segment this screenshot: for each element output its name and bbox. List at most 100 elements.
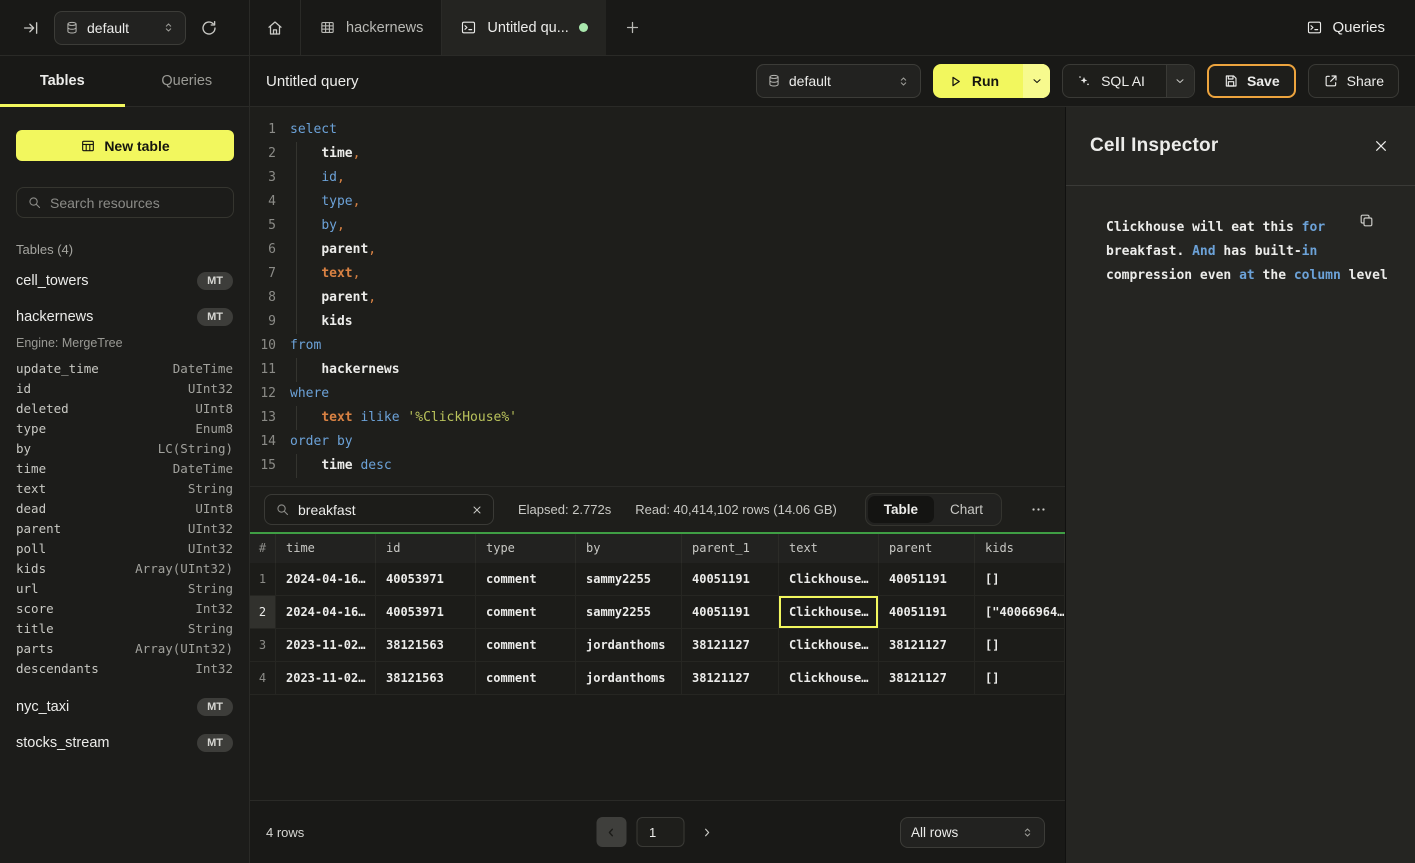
- run-button[interactable]: Run: [933, 64, 1050, 98]
- view-chart-button[interactable]: Chart: [934, 496, 999, 523]
- row-number[interactable]: 4: [250, 662, 276, 694]
- more-options-icon[interactable]: [1026, 501, 1051, 518]
- sidebar-search[interactable]: [16, 187, 234, 218]
- table-cell[interactable]: jordanthoms: [576, 662, 682, 694]
- table-cell[interactable]: []: [975, 662, 1065, 694]
- schema-field: typeEnum8: [16, 419, 233, 439]
- table-item-stocks_stream[interactable]: stocks_streamMT: [16, 725, 233, 761]
- table-cell[interactable]: comment: [476, 662, 576, 694]
- search-resources-input[interactable]: [50, 195, 223, 211]
- sidebar-tab-queries[interactable]: Queries: [125, 56, 250, 106]
- sql-ai-button[interactable]: SQL AI: [1062, 64, 1195, 98]
- page-number-input[interactable]: 1: [636, 817, 684, 847]
- tab-home[interactable]: [250, 0, 301, 55]
- table-cell[interactable]: 38121127: [879, 629, 975, 661]
- editor-line: 10from: [250, 334, 1065, 358]
- table-cell[interactable]: 40051191: [682, 563, 779, 595]
- new-tab-button[interactable]: [606, 0, 659, 55]
- table-cell[interactable]: 2023-11-02…: [276, 662, 376, 694]
- line-number: 6: [250, 238, 276, 262]
- table-item-nyc_taxi[interactable]: nyc_taxiMT: [16, 689, 233, 725]
- clear-search-icon[interactable]: [471, 504, 483, 516]
- table-cell[interactable]: sammy2255: [576, 563, 682, 595]
- table-cell[interactable]: sammy2255: [576, 596, 682, 628]
- field-type: Int32: [195, 599, 233, 619]
- table-cell[interactable]: ["40066964…: [975, 596, 1065, 628]
- table-cell[interactable]: 2023-11-02…: [276, 629, 376, 661]
- run-label: Run: [972, 73, 999, 89]
- table-cell[interactable]: 2024-04-16…: [276, 563, 376, 595]
- queries-button[interactable]: Queries: [1306, 0, 1415, 55]
- collapse-sidebar-icon[interactable]: [22, 19, 40, 37]
- new-table-button[interactable]: New table: [16, 130, 234, 161]
- table-cell[interactable]: comment: [476, 629, 576, 661]
- results-search-input[interactable]: [298, 502, 463, 518]
- table-cell[interactable]: Clickhouse…: [779, 662, 879, 694]
- results-search[interactable]: [264, 494, 494, 525]
- table-row: 22024-04-16…40053971commentsammy22554005…: [250, 596, 1065, 629]
- table-cell[interactable]: 40051191: [879, 563, 975, 595]
- table-cell[interactable]: 40051191: [682, 596, 779, 628]
- row-number[interactable]: 2: [250, 596, 276, 628]
- next-page-button[interactable]: [694, 826, 719, 839]
- sidebar-tabs: Tables Queries: [0, 56, 250, 107]
- table-cell[interactable]: 40053971: [376, 596, 476, 628]
- editor-line: 11 hackernews: [250, 358, 1065, 382]
- database-selector[interactable]: default: [54, 11, 186, 45]
- row-number[interactable]: 3: [250, 629, 276, 661]
- table-item-hackernews[interactable]: hackernewsMT: [16, 299, 233, 335]
- run-options-button[interactable]: [1023, 64, 1050, 98]
- elapsed-stat: Elapsed: 2.772s: [518, 502, 611, 517]
- table-cell[interactable]: 40051191: [879, 596, 975, 628]
- share-button[interactable]: Share: [1308, 64, 1399, 98]
- table-cell[interactable]: jordanthoms: [576, 629, 682, 661]
- close-icon[interactable]: [1373, 138, 1389, 154]
- table-cell[interactable]: Clickhouse…: [779, 596, 879, 628]
- field-name: descendants: [16, 659, 99, 679]
- table-cell[interactable]: 2024-04-16…: [276, 596, 376, 628]
- table-cell[interactable]: comment: [476, 563, 576, 595]
- row-number[interactable]: 1: [250, 563, 276, 595]
- page-size-value: All rows: [911, 825, 958, 840]
- table-cell[interactable]: 40053971: [376, 563, 476, 595]
- table-cell[interactable]: comment: [476, 596, 576, 628]
- save-button[interactable]: Save: [1207, 64, 1296, 98]
- run-main[interactable]: Run: [933, 64, 1015, 98]
- table-cell[interactable]: []: [975, 563, 1065, 595]
- query-database-selector[interactable]: default: [756, 64, 921, 98]
- field-name: title: [16, 619, 54, 639]
- table-cell[interactable]: []: [975, 629, 1065, 661]
- table-cell[interactable]: Clickhouse…: [779, 629, 879, 661]
- tab-untitled-query[interactable]: Untitled qu...: [442, 0, 605, 55]
- read-stat: Read: 40,414,102 rows (14.06 GB): [635, 502, 837, 517]
- copy-icon[interactable]: [1358, 212, 1375, 229]
- engine-badge: MT: [197, 698, 233, 716]
- sidebar: New table Tables (4) cell_towersMThacker…: [0, 107, 250, 863]
- table-cell[interactable]: 38121127: [682, 629, 779, 661]
- tables-section-label: Tables (4): [16, 242, 233, 257]
- refresh-icon[interactable]: [200, 19, 218, 37]
- field-type: UInt32: [188, 519, 233, 539]
- editor-line: 8 parent,: [250, 286, 1065, 310]
- table-cell[interactable]: Clickhouse…: [779, 563, 879, 595]
- page-size-selector[interactable]: All rows: [900, 817, 1045, 848]
- tab-hackernews[interactable]: hackernews: [301, 0, 442, 55]
- save-label: Save: [1247, 73, 1280, 89]
- line-number: 10: [250, 334, 276, 358]
- cell-inspector-header: Cell Inspector: [1066, 107, 1415, 186]
- sidebar-tab-tables[interactable]: Tables: [0, 56, 125, 106]
- prev-page-button[interactable]: [596, 817, 626, 847]
- view-table-button[interactable]: Table: [868, 496, 934, 523]
- table-item-cell_towers[interactable]: cell_towersMT: [16, 263, 233, 299]
- play-icon: [948, 74, 963, 89]
- schema-field: timeDateTime: [16, 459, 233, 479]
- sql-ai-main[interactable]: SQL AI: [1063, 65, 1158, 97]
- line-number: 3: [250, 166, 276, 190]
- table-cell[interactable]: 38121127: [879, 662, 975, 694]
- table-cell[interactable]: 38121127: [682, 662, 779, 694]
- schema-field: textString: [16, 479, 233, 499]
- table-cell[interactable]: 38121563: [376, 662, 476, 694]
- sql-ai-options-button[interactable]: [1166, 65, 1194, 97]
- sql-editor[interactable]: 1select2 time,3 id,4 type,5 by,6 parent,…: [250, 107, 1065, 486]
- table-cell[interactable]: 38121563: [376, 629, 476, 661]
